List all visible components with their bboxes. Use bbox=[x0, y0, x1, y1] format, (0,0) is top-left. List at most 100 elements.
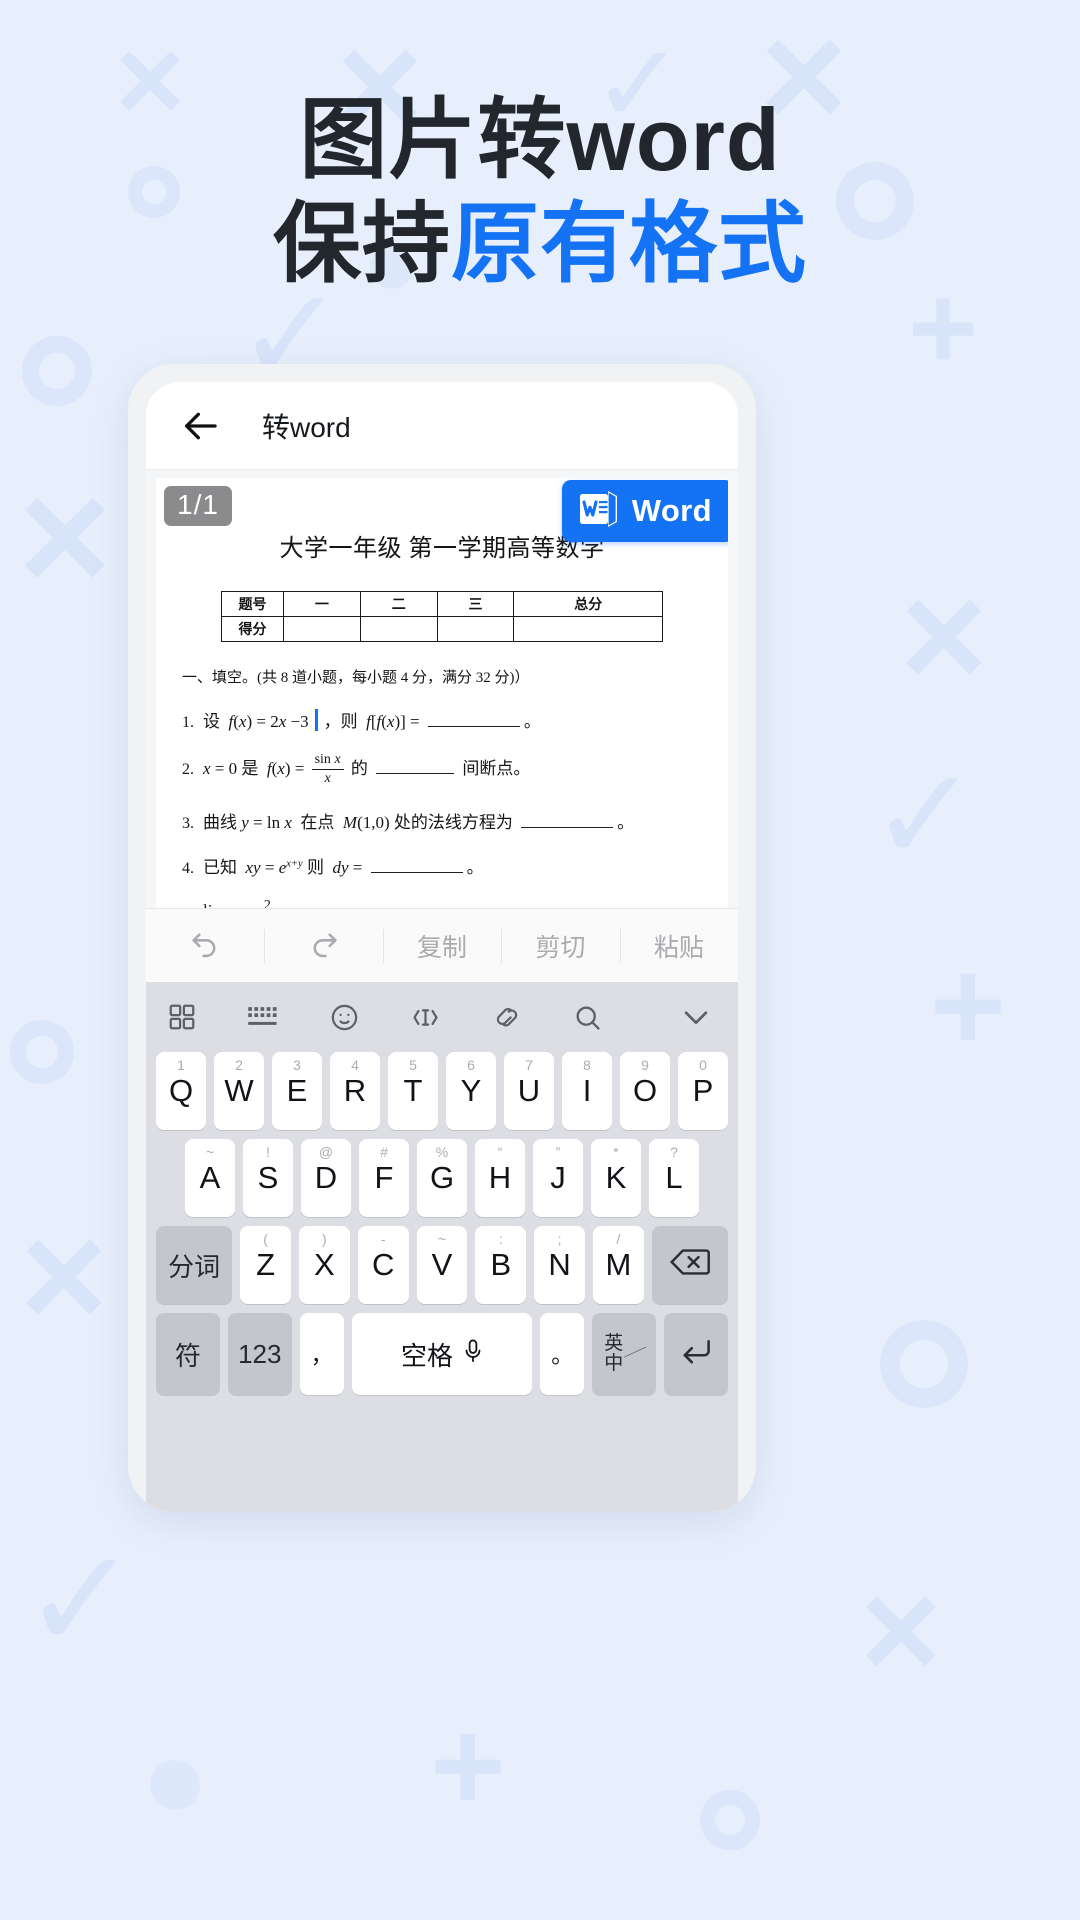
text-cursor-icon[interactable] bbox=[410, 1002, 441, 1033]
deco-x: × bbox=[900, 551, 988, 719]
language-top-label: 英 bbox=[604, 1333, 624, 1355]
key-hint: 9 bbox=[641, 1057, 649, 1073]
symbol-key[interactable]: 符 bbox=[156, 1313, 220, 1395]
key-c[interactable]: -C bbox=[357, 1226, 409, 1304]
key-h[interactable]: “H bbox=[475, 1139, 525, 1217]
key-hint: : bbox=[498, 1231, 503, 1247]
key-x[interactable]: ) X bbox=[299, 1226, 350, 1304]
paste-button[interactable]: 粘贴 bbox=[619, 909, 738, 982]
key-f[interactable]: # F bbox=[359, 1139, 409, 1217]
redo-button[interactable] bbox=[264, 909, 382, 982]
question-item: 4. 已知 xy = ex+y 则 dy = 。 bbox=[182, 853, 702, 878]
key-e[interactable]: 3E bbox=[272, 1052, 322, 1130]
key-label: M bbox=[605, 1247, 632, 1282]
key-b[interactable]: :B bbox=[475, 1226, 527, 1304]
comma-key[interactable]: ， bbox=[299, 1313, 344, 1395]
space-key[interactable]: 空格 bbox=[351, 1313, 533, 1395]
export-word-label: Word bbox=[631, 493, 712, 528]
copy-button[interactable]: 复制 bbox=[382, 909, 501, 982]
clipboard-link-icon[interactable] bbox=[491, 1002, 522, 1033]
key-j[interactable]: ” J bbox=[533, 1139, 583, 1217]
deco-plus: + bbox=[930, 932, 1006, 1078]
document-area[interactable]: 1/1 Word 大学一年级 第一学期高等数学 题号 一 二 三 总分 得分 一… bbox=[146, 470, 738, 908]
headline-line-2-accent: 原有格式 bbox=[451, 193, 808, 293]
export-word-button[interactable]: Word bbox=[561, 480, 728, 542]
deco-ring bbox=[22, 336, 92, 406]
key-label: X bbox=[314, 1247, 335, 1282]
space-label: 空格 bbox=[400, 1340, 453, 1371]
key-hint: ! bbox=[266, 1144, 270, 1160]
key-q[interactable]: 1Q bbox=[156, 1052, 206, 1130]
emoji-icon[interactable] bbox=[329, 1002, 360, 1033]
deco-plus: + bbox=[430, 1692, 506, 1838]
numeric-key[interactable]: 123 bbox=[227, 1313, 292, 1395]
question-content: limx→∞(1 − 2x)x = 。 bbox=[203, 898, 422, 908]
key-hint: ~ bbox=[437, 1231, 447, 1247]
language-toggle-key[interactable]: 英 中 ／ bbox=[592, 1313, 657, 1395]
key-z[interactable]: (Z bbox=[240, 1226, 291, 1304]
backspace-key[interactable] bbox=[651, 1226, 728, 1304]
deco-check: ✓ bbox=[22, 1521, 140, 1678]
backspace-icon bbox=[669, 1247, 710, 1284]
key-label: V bbox=[431, 1247, 453, 1282]
key-m[interactable]: / M bbox=[592, 1226, 644, 1304]
back-arrow-icon[interactable] bbox=[180, 406, 220, 446]
key-label: F bbox=[374, 1160, 394, 1195]
keyboard-row-2: ~ A ! S @ D # F % G “H ” J * K ? L bbox=[153, 1139, 731, 1217]
question-content: x = 0 是 f(x) = sin xx 的 间断点。 bbox=[203, 752, 531, 786]
cut-button[interactable]: 剪切 bbox=[501, 909, 619, 982]
key-label: Y bbox=[460, 1073, 482, 1108]
key-o[interactable]: 9O bbox=[620, 1052, 670, 1130]
key-label: S bbox=[257, 1160, 279, 1195]
key-i[interactable]: 8I bbox=[562, 1052, 612, 1130]
key-a[interactable]: ~ A bbox=[185, 1139, 235, 1217]
key-l[interactable]: ? L bbox=[649, 1139, 699, 1217]
text-caret bbox=[314, 709, 318, 731]
key-label: K bbox=[605, 1160, 627, 1195]
key-v[interactable]: ~ V bbox=[416, 1226, 468, 1304]
key-s[interactable]: ! S bbox=[243, 1139, 293, 1217]
grid-icon[interactable] bbox=[167, 1002, 197, 1032]
key-n[interactable]: ; N bbox=[534, 1226, 585, 1304]
deco-x: × bbox=[860, 1551, 942, 1708]
key-g[interactable]: % G bbox=[417, 1139, 467, 1217]
key-w[interactable]: 2W bbox=[214, 1052, 264, 1130]
key-label: N bbox=[548, 1247, 571, 1282]
deco-x: × bbox=[20, 1191, 108, 1359]
document-page[interactable]: 1/1 Word 大学一年级 第一学期高等数学 题号 一 二 三 总分 得分 一… bbox=[156, 478, 728, 908]
key-k[interactable]: * K bbox=[591, 1139, 641, 1217]
key-label: I bbox=[582, 1073, 592, 1108]
edit-toolbar: 复制 剪切 粘贴 bbox=[146, 908, 738, 982]
key-u[interactable]: 7U bbox=[504, 1052, 554, 1130]
key-label: B bbox=[490, 1247, 512, 1282]
enter-key[interactable] bbox=[664, 1313, 728, 1395]
period-key[interactable]: 。 bbox=[540, 1313, 585, 1395]
key-p[interactable]: 0P bbox=[678, 1052, 728, 1130]
key-hint: 4 bbox=[351, 1057, 359, 1073]
search-icon[interactable] bbox=[572, 1002, 603, 1033]
table-cell bbox=[283, 616, 361, 642]
key-label: H bbox=[488, 1160, 512, 1195]
chevron-down-icon[interactable] bbox=[679, 1000, 713, 1034]
headline-line-2: 保持原有格式 bbox=[0, 192, 1080, 296]
app-bar-title: 转word bbox=[262, 411, 351, 443]
key-d[interactable]: @ D bbox=[301, 1139, 351, 1217]
undo-button[interactable] bbox=[146, 909, 264, 982]
language-bottom-label: 中 bbox=[604, 1353, 624, 1374]
key-hint: ~ bbox=[205, 1144, 215, 1160]
segment-word-key[interactable]: 分词 bbox=[156, 1226, 233, 1304]
key-label: G bbox=[429, 1160, 455, 1195]
key-r[interactable]: 4R bbox=[330, 1052, 380, 1130]
table-cell bbox=[436, 616, 515, 642]
table-cell bbox=[513, 616, 663, 642]
key-t[interactable]: 5T bbox=[388, 1052, 438, 1130]
key-hint: 8 bbox=[583, 1057, 591, 1073]
question-content: 设 f(x) = 2x −3 ，则 f[f(x)] = 。 bbox=[203, 707, 541, 732]
table-row: 得分 bbox=[221, 616, 663, 642]
question-number: 5. bbox=[182, 907, 194, 908]
key-label: P bbox=[692, 1073, 714, 1108]
key-hint: ) bbox=[322, 1231, 327, 1247]
keyboard-icon[interactable] bbox=[247, 1002, 279, 1032]
key-y[interactable]: 6Y bbox=[446, 1052, 496, 1130]
key-hint: ” bbox=[555, 1144, 561, 1160]
